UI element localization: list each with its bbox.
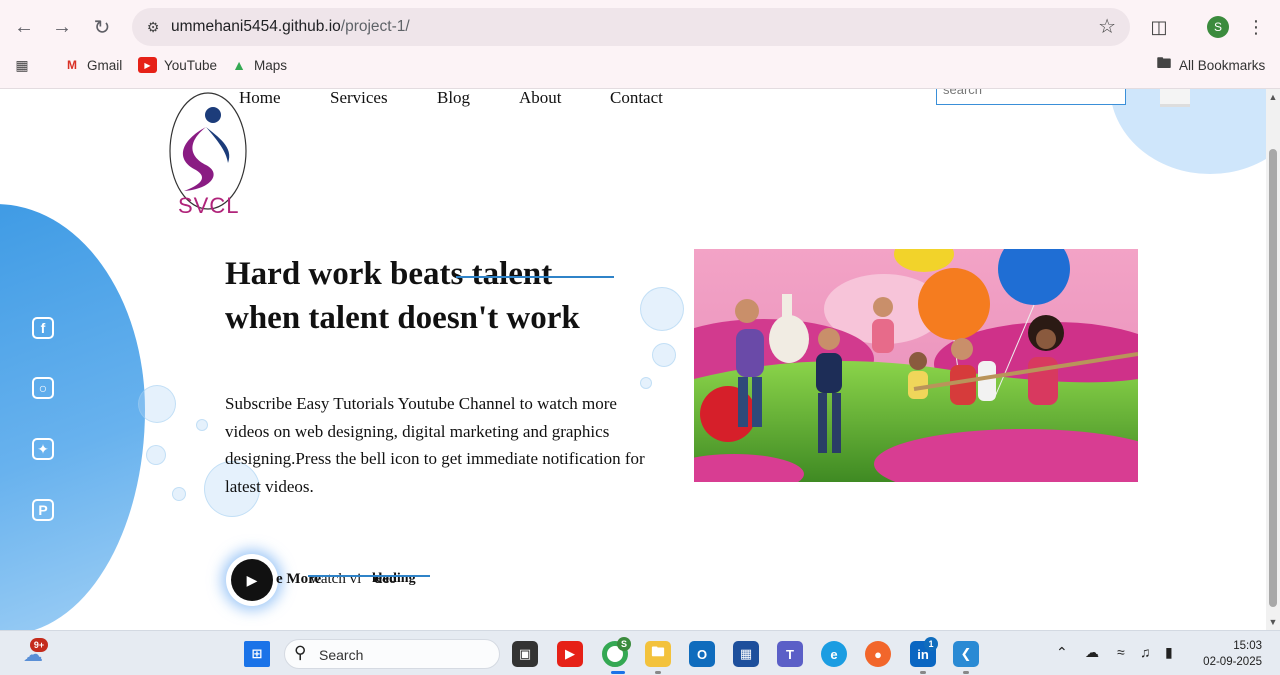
store-icon[interactable]: ▦ bbox=[733, 641, 759, 667]
browser-chrome: ← → ↻ ⚙ ummehani5454.github.io/project-1… bbox=[0, 0, 1280, 89]
reload-button[interactable]: ↻ bbox=[86, 11, 118, 43]
address-bar[interactable]: ⚙ ummehani5454.github.io/project-1/ ☆ bbox=[132, 8, 1130, 46]
scroll-down-arrow[interactable]: ▼ bbox=[1268, 617, 1278, 627]
extensions-icon[interactable]: ◫ bbox=[1145, 12, 1173, 42]
onedrive-icon[interactable]: ☁ bbox=[1085, 644, 1099, 661]
weather-badge: 9+ bbox=[30, 638, 48, 652]
bookmarks-bar: ▦ M Gmail ▶ YouTube ▲ Maps 🖿 All Bookmarks bbox=[0, 52, 1280, 82]
headline-line-2: when talent doesn't work bbox=[225, 300, 580, 336]
site-search-input[interactable]: search bbox=[936, 89, 1126, 105]
play-icon: ▶ bbox=[231, 559, 273, 601]
bubble bbox=[196, 419, 208, 431]
profile-avatar[interactable]: S bbox=[1206, 12, 1230, 42]
explorer-running-indicator bbox=[655, 671, 661, 674]
start-icon[interactable]: ⊞ bbox=[244, 641, 270, 667]
task-view-icon[interactable]: ▣ bbox=[512, 641, 538, 667]
linkedin-running-indicator bbox=[920, 671, 926, 674]
hero-image-kids-playing bbox=[694, 249, 1138, 482]
facebook-icon[interactable]: f bbox=[32, 317, 54, 339]
page-scrollbar[interactable]: ▲ ▼ bbox=[1266, 89, 1280, 630]
hero-headline: Hard work beats talent when talent doesn… bbox=[225, 252, 645, 340]
chrome-running-indicator bbox=[611, 671, 625, 674]
nav-blog[interactable]: Blog bbox=[437, 89, 470, 108]
decorative-blob-left bbox=[0, 204, 145, 630]
browser-toolbar: ← → ↻ ⚙ ummehani5454.github.io/project-1… bbox=[0, 8, 1280, 46]
scroll-thumb[interactable] bbox=[1269, 149, 1277, 607]
clock-time: 15:03 bbox=[1233, 640, 1262, 652]
bookmark-youtube[interactable]: ▶ YouTube bbox=[138, 57, 217, 73]
instagram-icon[interactable]: ○ bbox=[32, 377, 54, 399]
outlook-icon[interactable]: O bbox=[689, 641, 715, 667]
bubble bbox=[640, 377, 652, 389]
url-text[interactable]: ummehani5454.github.io/project-1/ bbox=[171, 18, 410, 36]
vscode-icon[interactable]: ❮ bbox=[953, 641, 979, 667]
hero-description: Subscribe Easy Tutorials Youtube Channel… bbox=[225, 394, 645, 496]
headline-line-1: Hard work beats talent bbox=[225, 256, 553, 292]
scroll-up-arrow[interactable]: ▲ bbox=[1268, 92, 1278, 102]
back-button[interactable]: ← bbox=[8, 11, 40, 43]
bubble bbox=[146, 445, 166, 465]
folder-icon: 🖿 bbox=[1156, 54, 1172, 72]
menu-icon[interactable]: ⋮ bbox=[1246, 12, 1266, 42]
all-bookmarks[interactable]: 🖿 All Bookmarks bbox=[1156, 54, 1265, 73]
logo-text: SVCL bbox=[178, 193, 240, 218]
battery-icon[interactable]: ▮ bbox=[1165, 644, 1173, 661]
firefox-icon[interactable]: ● bbox=[865, 641, 891, 667]
site-info-icon[interactable]: ⚙ bbox=[140, 14, 166, 40]
system-clock[interactable]: 15:03 02-09-2025 bbox=[1203, 638, 1262, 670]
cta-underline bbox=[308, 575, 430, 577]
chevron-up-icon[interactable]: ⌃ bbox=[1056, 644, 1068, 661]
profile-initial: S bbox=[1207, 16, 1229, 38]
nav-services[interactable]: Services bbox=[330, 89, 388, 108]
taskbar-search-label: Search bbox=[319, 647, 364, 663]
bookmark-star-icon[interactable]: ☆ bbox=[1098, 14, 1116, 39]
vscode-running-indicator bbox=[963, 671, 969, 674]
twitter-icon[interactable]: ✦ bbox=[32, 438, 54, 460]
clock-date: 02-09-2025 bbox=[1203, 656, 1262, 668]
nav-contact[interactable]: Contact bbox=[610, 89, 663, 108]
cart-icon[interactable] bbox=[1160, 89, 1190, 107]
search-icon: ⚲ bbox=[294, 643, 307, 662]
chrome-profile-badge: S bbox=[617, 637, 631, 651]
forward-button[interactable]: → bbox=[46, 11, 78, 43]
bubble bbox=[640, 287, 684, 331]
linkedin-badge: 1 bbox=[924, 637, 938, 651]
bubble bbox=[652, 343, 676, 367]
bubble bbox=[138, 385, 176, 423]
bookmark-gmail[interactable]: M Gmail bbox=[64, 57, 122, 73]
nav-about[interactable]: About bbox=[519, 89, 562, 108]
nav-home[interactable]: Home bbox=[239, 89, 281, 108]
wifi-icon[interactable]: ≈ bbox=[1117, 644, 1125, 660]
volume-icon[interactable]: ♫ bbox=[1140, 644, 1151, 660]
play-video-button[interactable]: ▶ bbox=[226, 554, 278, 606]
gmail-icon: M bbox=[67, 58, 77, 72]
headline-underline bbox=[456, 276, 614, 278]
edge-icon[interactable]: e bbox=[821, 641, 847, 667]
youtube-icon: ▶ bbox=[138, 57, 157, 73]
pinterest-icon[interactable]: P bbox=[32, 499, 54, 521]
apps-icon[interactable]: ▦ bbox=[14, 57, 30, 73]
page-viewport: SVCL Home Services Blog About Contact se… bbox=[0, 89, 1266, 630]
taskbar-search-box[interactable]: ⚲ Search bbox=[284, 639, 500, 669]
file-explorer-icon[interactable]: 🖿 bbox=[645, 641, 671, 667]
windows-taskbar: ☁ 9+ ⊞ ⚲ Search ▣ ▶ S 🖿 O ▦ T e ● in 1 ❮… bbox=[0, 630, 1280, 675]
cta-leading-text[interactable]: leading bbox=[372, 571, 416, 587]
cta-watch-text[interactable]: watch vi bbox=[310, 571, 361, 588]
bookmark-maps[interactable]: ▲ Maps bbox=[231, 57, 287, 73]
bubble bbox=[172, 487, 186, 501]
maps-icon: ▲ bbox=[232, 57, 246, 73]
youtube-app-icon[interactable]: ▶ bbox=[557, 641, 583, 667]
teams-icon[interactable]: T bbox=[777, 641, 803, 667]
